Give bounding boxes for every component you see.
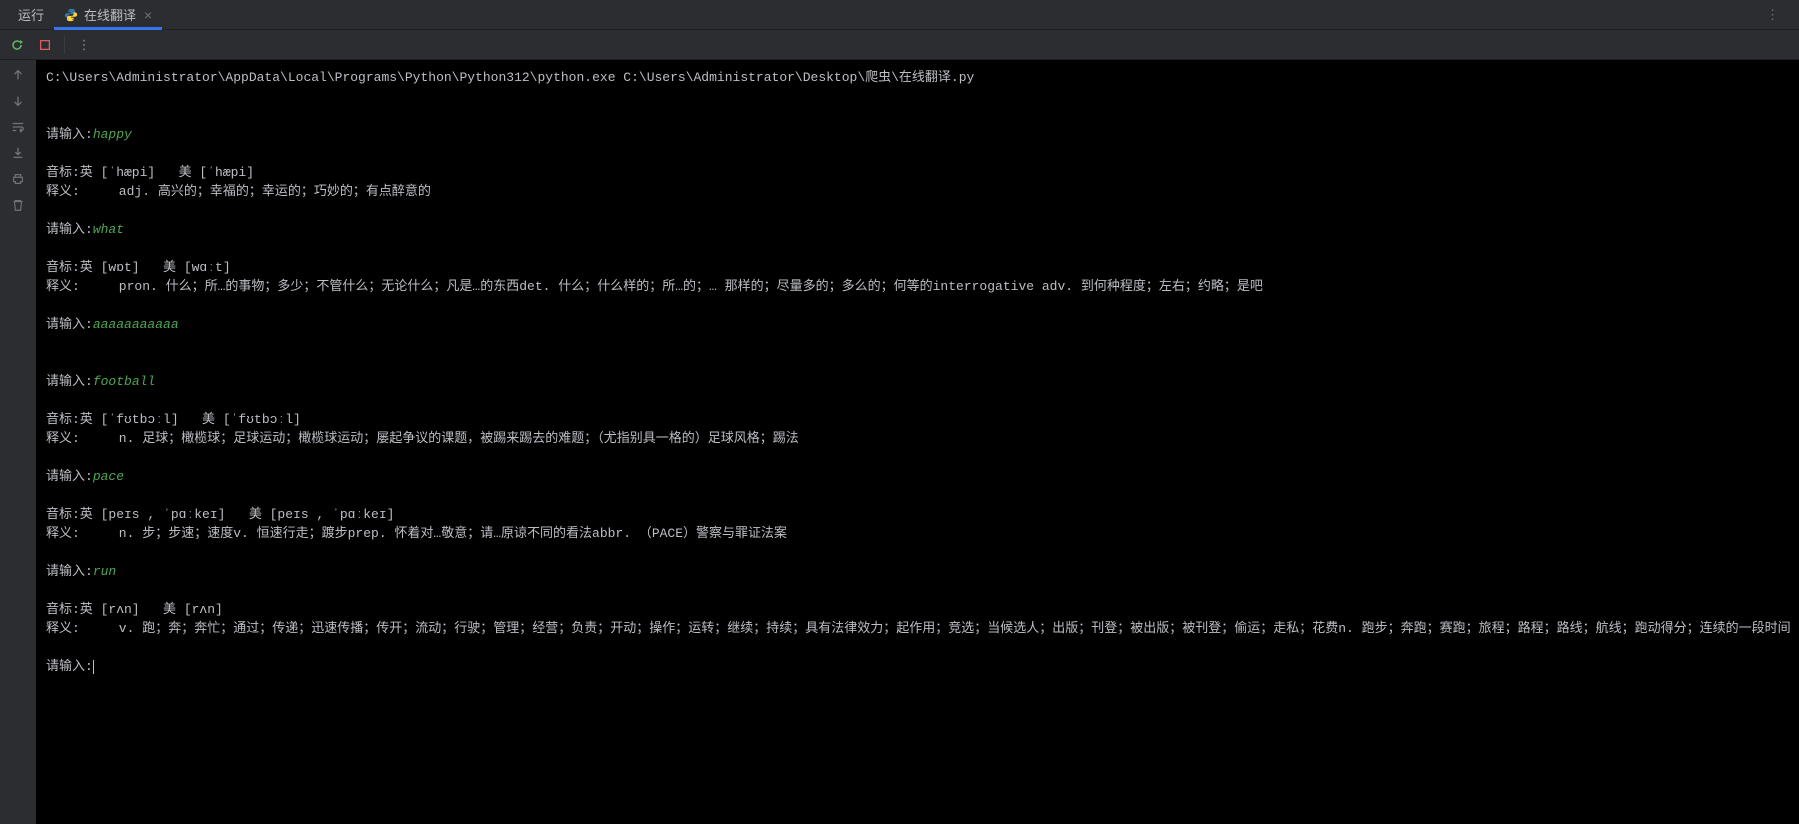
tab-online-translate[interactable]: 在线翻译 ×	[54, 0, 162, 29]
more-options-icon[interactable]: ⋮	[1756, 7, 1791, 23]
run-toolbar	[0, 30, 1799, 60]
soft-wrap-icon[interactable]	[9, 118, 27, 136]
close-icon[interactable]: ×	[144, 7, 152, 23]
down-arrow-icon[interactable]	[9, 92, 27, 110]
tab-bar: 运行 在线翻译 × ⋮	[0, 0, 1799, 30]
content-area: C:\Users\Administrator\AppData\Local\Pro…	[0, 60, 1799, 824]
rerun-icon[interactable]	[8, 36, 26, 54]
more-actions-icon[interactable]	[75, 36, 93, 54]
toolbar-separator	[64, 36, 65, 54]
print-icon[interactable]	[9, 170, 27, 188]
trash-icon[interactable]	[9, 196, 27, 214]
console-output[interactable]: C:\Users\Administrator\AppData\Local\Pro…	[36, 60, 1799, 824]
scroll-to-end-icon[interactable]	[9, 144, 27, 162]
tab-label: 在线翻译	[84, 5, 136, 24]
run-tool-label: 运行	[8, 5, 54, 24]
stop-icon[interactable]	[36, 36, 54, 54]
python-file-icon	[64, 8, 78, 22]
up-arrow-icon[interactable]	[9, 66, 27, 84]
console-side-toolbar	[0, 60, 36, 824]
